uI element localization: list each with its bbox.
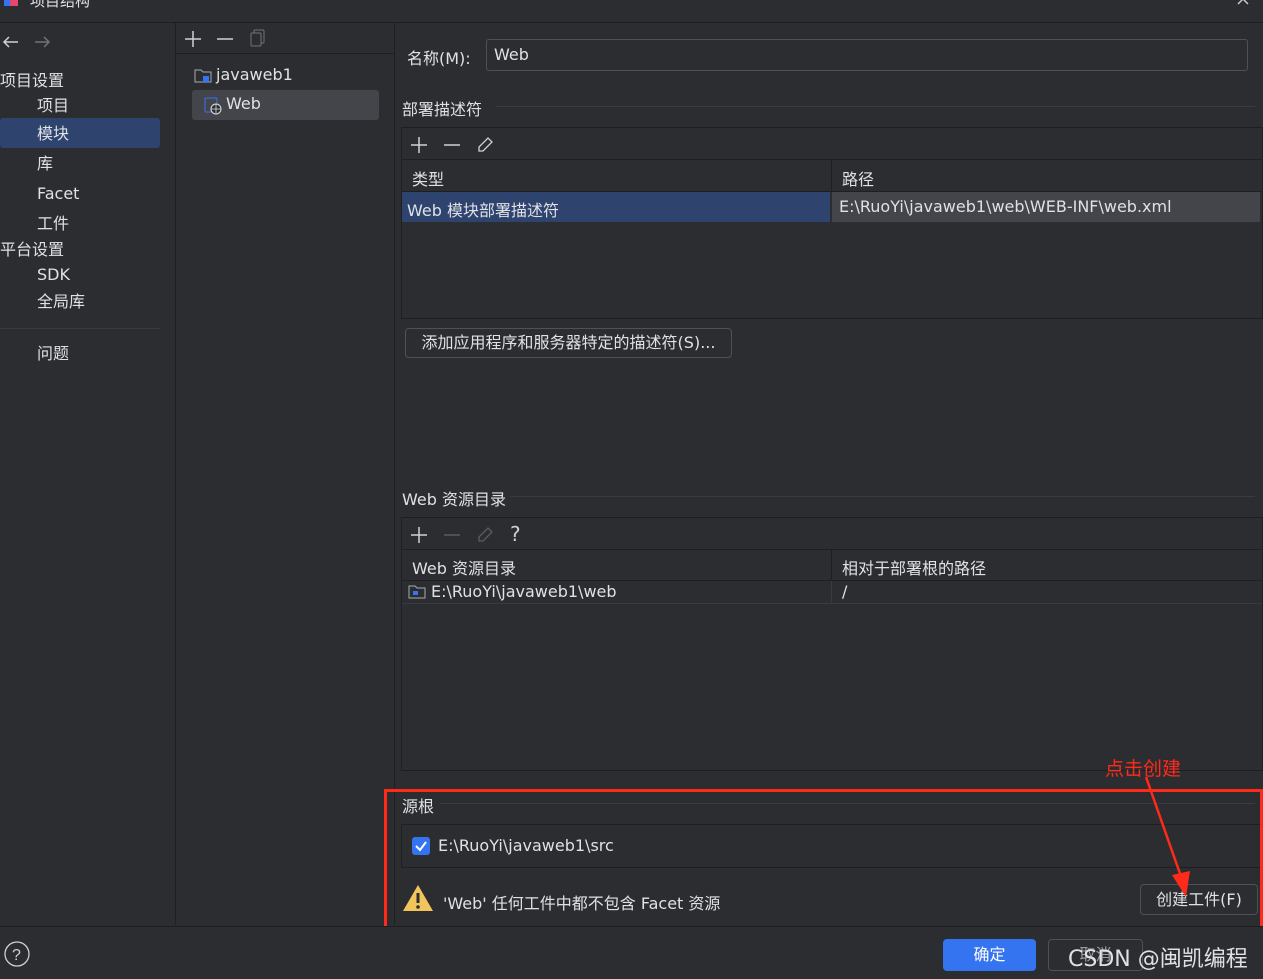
tree-node-label: Web	[226, 94, 261, 113]
dialog-footer: ? 确定 取消 CSDN @闽凯编程	[0, 926, 1263, 979]
table-header: 类型 路径	[402, 160, 1262, 192]
module-folder-icon	[194, 67, 212, 83]
plus-icon[interactable]	[410, 136, 428, 154]
nav-item-sdk[interactable]: SDK	[37, 261, 70, 289]
column-header-resource-dir[interactable]: Web 资源目录	[412, 555, 516, 579]
annotation-arrow-icon	[1144, 776, 1190, 897]
highlight-box	[384, 789, 1263, 931]
nav-item-libraries[interactable]: 库	[37, 150, 53, 178]
title-bar: 项目结构	[0, 0, 1263, 23]
edit-icon	[476, 526, 494, 544]
web-resources-table: ? Web 资源目录 相对于部署根的路径 E:\RuoYi\javaweb1\w…	[401, 517, 1263, 771]
table-cell-text: E:\RuoYi\javaweb1\web	[431, 582, 617, 601]
arrow-right-icon[interactable]	[33, 35, 51, 49]
nav-item-problems[interactable]: 问题	[37, 340, 69, 368]
section-divider	[510, 496, 1255, 497]
web-facet-icon	[204, 97, 222, 115]
copy-icon[interactable]	[250, 29, 266, 47]
column-divider	[831, 581, 832, 603]
app-logo-icon	[4, 0, 20, 8]
column-divider	[831, 550, 832, 580]
help-icon[interactable]: ?	[4, 941, 30, 967]
tree-node-web-selected[interactable]: Web	[192, 90, 379, 120]
add-descriptor-button[interactable]: 添加应用程序和服务器特定的描述符(S)...	[405, 328, 732, 358]
nav-divider	[0, 328, 160, 329]
column-header-path[interactable]: 路径	[842, 166, 874, 190]
tree-node-label: javaweb1	[216, 65, 293, 84]
nav-item-modules[interactable]: 模块	[37, 120, 69, 148]
tree-toolbar-divider	[176, 53, 394, 54]
window-title: 项目结构	[30, 0, 91, 10]
folder-icon	[408, 584, 426, 599]
project-settings-header: 项目设置	[0, 71, 65, 90]
plus-icon[interactable]	[184, 30, 202, 48]
edit-icon[interactable]	[476, 136, 494, 154]
minus-icon[interactable]	[216, 30, 234, 48]
table-cell-type: Web 模块部署描述符	[402, 192, 830, 222]
table-row[interactable]: Web 模块部署描述符 E:\RuoYi\javaweb1\web\WEB-IN…	[402, 192, 1262, 222]
nav-item-project[interactable]: 项目	[37, 92, 69, 120]
table-cell-text: /	[842, 582, 848, 601]
settings-nav: 项目设置 项目 模块 库 Facet 工件 平台设置 SDK 全局库 问题	[0, 23, 176, 925]
table-row[interactable]: E:\RuoYi\javaweb1\web /	[402, 581, 1262, 604]
name-field[interactable]: Web	[486, 39, 1248, 71]
plus-icon[interactable]	[410, 526, 428, 544]
nav-item-facets[interactable]: Facet	[37, 180, 79, 208]
watermark: CSDN @闽凯编程	[1068, 947, 1248, 972]
table-header: Web 资源目录 相对于部署根的路径	[402, 550, 1262, 581]
web-resources-section-title: Web 资源目录	[402, 490, 506, 509]
column-header-type[interactable]: 类型	[412, 166, 444, 190]
ok-button[interactable]: 确定	[943, 939, 1036, 971]
help-icon[interactable]: ?	[510, 522, 521, 546]
table-cell-path: E:\RuoYi\javaweb1\web\WEB-INF\web.xml	[832, 192, 1260, 222]
deployment-descriptors-section-title: 部署描述符	[402, 100, 483, 119]
nav-selection-highlight	[0, 118, 160, 148]
nav-item-global-libraries[interactable]: 全局库	[37, 288, 85, 316]
minus-icon	[443, 526, 461, 544]
name-field-value: Web	[494, 45, 529, 64]
minus-icon[interactable]	[443, 136, 461, 154]
nav-item-artifacts[interactable]: 工件	[37, 210, 69, 238]
name-label: 名称(M):	[407, 49, 471, 68]
table-cell-text: Web 模块部署描述符	[407, 201, 559, 220]
module-tree-panel: javaweb1 Web	[176, 23, 395, 925]
platform-settings-header: 平台设置	[0, 240, 65, 259]
table-cell-text: E:\RuoYi\javaweb1\web\WEB-INF\web.xml	[839, 197, 1172, 216]
close-window-icon[interactable]	[1236, 0, 1250, 6]
column-header-relative-path[interactable]: 相对于部署根的路径	[842, 555, 986, 579]
arrow-left-icon[interactable]	[2, 35, 20, 49]
deployment-descriptors-table: 类型 路径 Web 模块部署描述符 E:\RuoYi\javaweb1\web\…	[401, 127, 1263, 319]
svg-text:?: ?	[12, 947, 21, 964]
column-divider	[831, 160, 832, 191]
section-divider	[495, 106, 1255, 107]
